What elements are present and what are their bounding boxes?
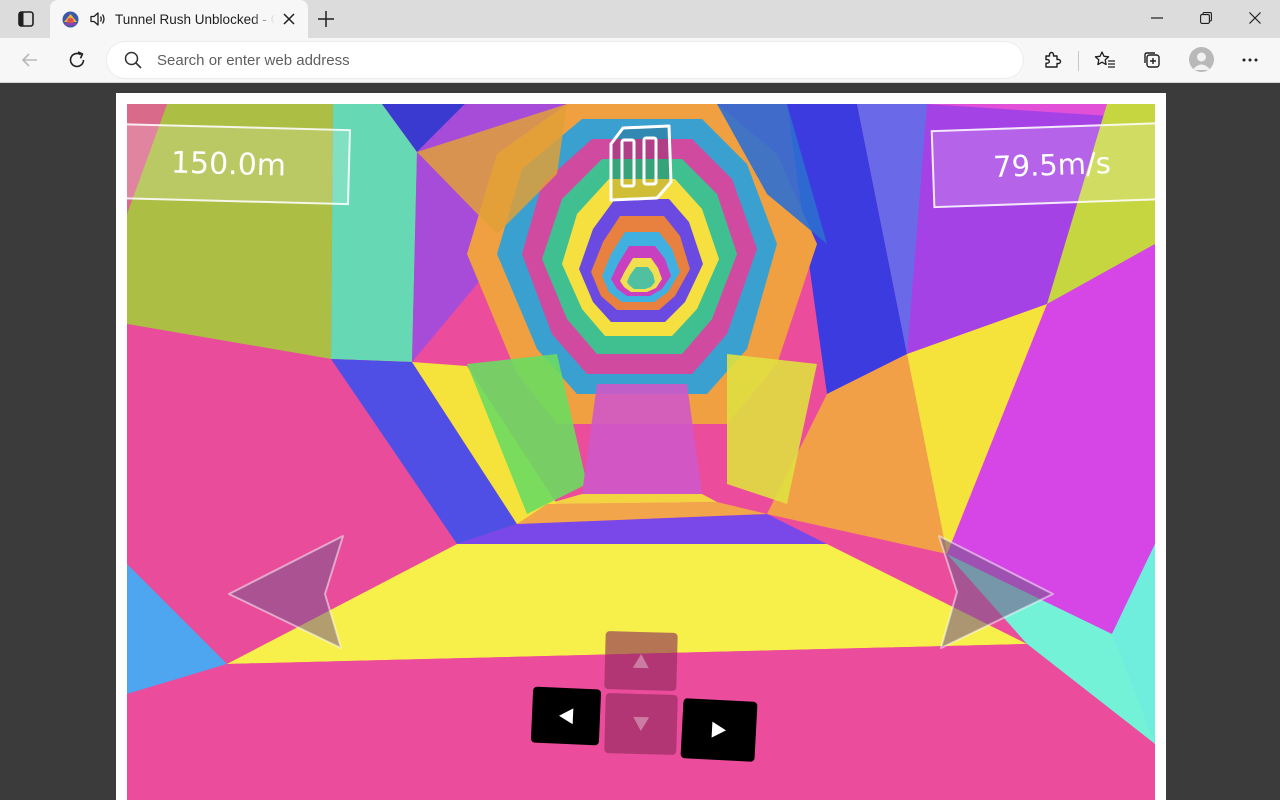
left-triangle-icon bbox=[559, 708, 574, 725]
search-icon bbox=[124, 51, 142, 69]
left-arrow-icon bbox=[228, 535, 344, 649]
minimize-icon bbox=[1151, 17, 1163, 19]
speaker-icon[interactable] bbox=[89, 10, 107, 28]
collections-button[interactable] bbox=[1136, 44, 1168, 76]
right-arrow-icon bbox=[938, 535, 1054, 649]
left-key[interactable] bbox=[530, 686, 602, 746]
navigation-toolbar bbox=[0, 38, 1280, 83]
up-key[interactable] bbox=[604, 631, 678, 691]
plus-icon bbox=[318, 11, 334, 27]
collections-icon bbox=[1144, 52, 1160, 68]
favorites-button[interactable] bbox=[1089, 44, 1121, 76]
close-icon bbox=[283, 13, 295, 25]
toolbar-separator bbox=[1078, 51, 1079, 71]
extensions-icon bbox=[1045, 51, 1062, 68]
steer-right-button[interactable] bbox=[935, 534, 1055, 650]
distance-display: 150.0m bbox=[127, 122, 351, 206]
window-close-button[interactable] bbox=[1232, 0, 1278, 36]
favorites-icon bbox=[1094, 51, 1115, 68]
more-button[interactable] bbox=[1234, 44, 1266, 76]
profile-button[interactable] bbox=[1189, 47, 1214, 72]
game-canvas[interactable]: 150.0m 79.5m/s bbox=[127, 104, 1155, 800]
down-key[interactable] bbox=[604, 693, 678, 755]
back-button[interactable] bbox=[14, 44, 46, 76]
tab-actions-button[interactable] bbox=[10, 6, 42, 32]
right-triangle-icon bbox=[711, 721, 726, 738]
distance-value: 150.0m bbox=[170, 144, 287, 184]
minimize-button[interactable] bbox=[1134, 0, 1180, 36]
back-arrow-icon bbox=[21, 53, 37, 67]
right-key[interactable] bbox=[680, 698, 758, 762]
new-tab-button[interactable] bbox=[314, 7, 338, 31]
window-close-icon bbox=[1249, 12, 1261, 24]
restore-icon bbox=[1200, 12, 1212, 24]
down-triangle-icon bbox=[633, 716, 650, 731]
more-icon bbox=[1242, 58, 1258, 62]
extensions-button[interactable] bbox=[1036, 44, 1068, 76]
active-tab[interactable]: Tunnel Rush Unblocked - G bbox=[50, 0, 308, 38]
tab-close-button[interactable] bbox=[279, 9, 299, 29]
refresh-button[interactable] bbox=[61, 44, 93, 76]
up-triangle-icon bbox=[632, 654, 649, 669]
tab-actions-icon bbox=[18, 11, 34, 27]
pause-icon bbox=[609, 124, 673, 202]
refresh-icon bbox=[69, 51, 85, 68]
address-bar[interactable] bbox=[107, 42, 1023, 78]
profile-icon bbox=[1192, 52, 1211, 70]
pause-button[interactable] bbox=[605, 122, 675, 202]
speed-display: 79.5m/s bbox=[930, 121, 1155, 209]
speed-value: 79.5m/s bbox=[992, 145, 1112, 185]
tab-strip: Tunnel Rush Unblocked - G bbox=[0, 0, 1280, 38]
game-favicon-icon bbox=[62, 11, 79, 27]
tab-title: Tunnel Rush Unblocked - G bbox=[115, 11, 275, 27]
restore-button[interactable] bbox=[1183, 0, 1229, 36]
address-input[interactable] bbox=[157, 51, 957, 69]
steer-left-button[interactable] bbox=[227, 534, 347, 650]
